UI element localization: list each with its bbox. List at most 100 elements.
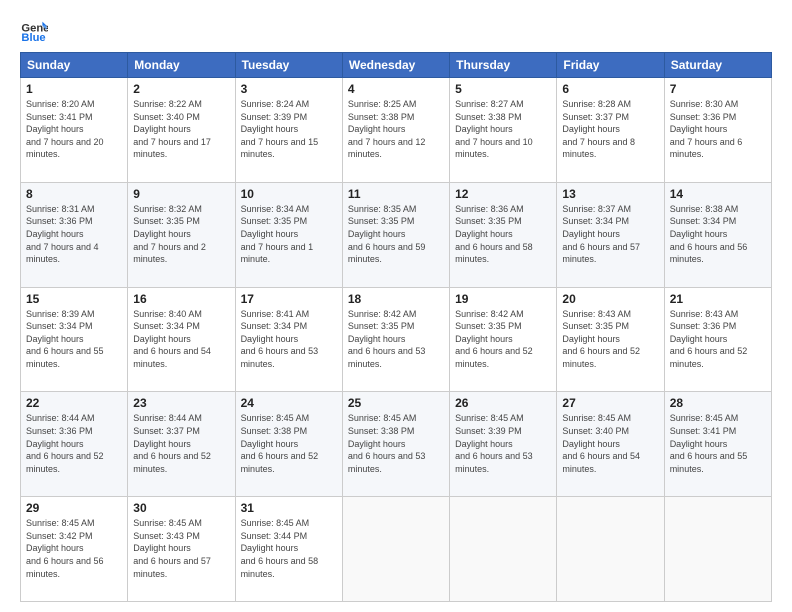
day-number: 1: [26, 82, 122, 96]
day-number: 12: [455, 187, 551, 201]
day-detail: Sunrise: 8:43 AMSunset: 3:35 PMDaylight …: [562, 309, 640, 369]
day-detail: Sunrise: 8:32 AMSunset: 3:35 PMDaylight …: [133, 204, 206, 264]
calendar-cell: 27 Sunrise: 8:45 AMSunset: 3:40 PMDaylig…: [557, 392, 664, 497]
day-number: 10: [241, 187, 337, 201]
calendar-week-3: 15 Sunrise: 8:39 AMSunset: 3:34 PMDaylig…: [21, 287, 772, 392]
day-number: 17: [241, 292, 337, 306]
logo-icon: General Blue: [20, 16, 48, 44]
day-number: 19: [455, 292, 551, 306]
day-detail: Sunrise: 8:20 AMSunset: 3:41 PMDaylight …: [26, 99, 104, 159]
day-detail: Sunrise: 8:45 AMSunset: 3:38 PMDaylight …: [241, 413, 319, 473]
calendar-cell: 19 Sunrise: 8:42 AMSunset: 3:35 PMDaylig…: [450, 287, 557, 392]
day-number: 28: [670, 396, 766, 410]
day-detail: Sunrise: 8:45 AMSunset: 3:42 PMDaylight …: [26, 518, 104, 578]
day-number: 20: [562, 292, 658, 306]
day-number: 18: [348, 292, 444, 306]
calendar-cell: [557, 497, 664, 602]
day-number: 11: [348, 187, 444, 201]
calendar-cell: 12 Sunrise: 8:36 AMSunset: 3:35 PMDaylig…: [450, 182, 557, 287]
calendar-cell: 7 Sunrise: 8:30 AMSunset: 3:36 PMDayligh…: [664, 78, 771, 183]
day-detail: Sunrise: 8:22 AMSunset: 3:40 PMDaylight …: [133, 99, 211, 159]
calendar-header-friday: Friday: [557, 53, 664, 78]
day-detail: Sunrise: 8:45 AMSunset: 3:38 PMDaylight …: [348, 413, 426, 473]
day-number: 13: [562, 187, 658, 201]
calendar-cell: 4 Sunrise: 8:25 AMSunset: 3:38 PMDayligh…: [342, 78, 449, 183]
calendar-body: 1 Sunrise: 8:20 AMSunset: 3:41 PMDayligh…: [21, 78, 772, 602]
calendar-cell: 14 Sunrise: 8:38 AMSunset: 3:34 PMDaylig…: [664, 182, 771, 287]
calendar-cell: 25 Sunrise: 8:45 AMSunset: 3:38 PMDaylig…: [342, 392, 449, 497]
day-number: 6: [562, 82, 658, 96]
day-detail: Sunrise: 8:34 AMSunset: 3:35 PMDaylight …: [241, 204, 314, 264]
day-detail: Sunrise: 8:42 AMSunset: 3:35 PMDaylight …: [348, 309, 426, 369]
day-detail: Sunrise: 8:45 AMSunset: 3:40 PMDaylight …: [562, 413, 640, 473]
day-detail: Sunrise: 8:44 AMSunset: 3:37 PMDaylight …: [133, 413, 211, 473]
day-detail: Sunrise: 8:30 AMSunset: 3:36 PMDaylight …: [670, 99, 743, 159]
calendar-cell: [664, 497, 771, 602]
calendar-header-saturday: Saturday: [664, 53, 771, 78]
day-detail: Sunrise: 8:37 AMSunset: 3:34 PMDaylight …: [562, 204, 640, 264]
calendar-cell: 29 Sunrise: 8:45 AMSunset: 3:42 PMDaylig…: [21, 497, 128, 602]
calendar-cell: 15 Sunrise: 8:39 AMSunset: 3:34 PMDaylig…: [21, 287, 128, 392]
calendar-cell: 9 Sunrise: 8:32 AMSunset: 3:35 PMDayligh…: [128, 182, 235, 287]
day-detail: Sunrise: 8:39 AMSunset: 3:34 PMDaylight …: [26, 309, 104, 369]
day-detail: Sunrise: 8:36 AMSunset: 3:35 PMDaylight …: [455, 204, 533, 264]
calendar-cell: 24 Sunrise: 8:45 AMSunset: 3:38 PMDaylig…: [235, 392, 342, 497]
day-number: 24: [241, 396, 337, 410]
calendar-week-2: 8 Sunrise: 8:31 AMSunset: 3:36 PMDayligh…: [21, 182, 772, 287]
svg-text:Blue: Blue: [21, 32, 45, 44]
day-detail: Sunrise: 8:45 AMSunset: 3:41 PMDaylight …: [670, 413, 748, 473]
day-number: 9: [133, 187, 229, 201]
calendar-header-sunday: Sunday: [21, 53, 128, 78]
day-number: 27: [562, 396, 658, 410]
logo: General Blue: [20, 16, 52, 44]
day-number: 15: [26, 292, 122, 306]
day-number: 14: [670, 187, 766, 201]
calendar-cell: 3 Sunrise: 8:24 AMSunset: 3:39 PMDayligh…: [235, 78, 342, 183]
day-number: 30: [133, 501, 229, 515]
day-detail: Sunrise: 8:42 AMSunset: 3:35 PMDaylight …: [455, 309, 533, 369]
calendar-cell: 1 Sunrise: 8:20 AMSunset: 3:41 PMDayligh…: [21, 78, 128, 183]
header: General Blue: [20, 16, 772, 44]
calendar-cell: 8 Sunrise: 8:31 AMSunset: 3:36 PMDayligh…: [21, 182, 128, 287]
day-detail: Sunrise: 8:45 AMSunset: 3:43 PMDaylight …: [133, 518, 211, 578]
day-detail: Sunrise: 8:31 AMSunset: 3:36 PMDaylight …: [26, 204, 99, 264]
calendar-cell: 11 Sunrise: 8:35 AMSunset: 3:35 PMDaylig…: [342, 182, 449, 287]
day-detail: Sunrise: 8:45 AMSunset: 3:44 PMDaylight …: [241, 518, 319, 578]
calendar-cell: 18 Sunrise: 8:42 AMSunset: 3:35 PMDaylig…: [342, 287, 449, 392]
calendar-cell: 2 Sunrise: 8:22 AMSunset: 3:40 PMDayligh…: [128, 78, 235, 183]
day-number: 8: [26, 187, 122, 201]
day-number: 26: [455, 396, 551, 410]
calendar-cell: 17 Sunrise: 8:41 AMSunset: 3:34 PMDaylig…: [235, 287, 342, 392]
calendar-cell: 5 Sunrise: 8:27 AMSunset: 3:38 PMDayligh…: [450, 78, 557, 183]
calendar-cell: 16 Sunrise: 8:40 AMSunset: 3:34 PMDaylig…: [128, 287, 235, 392]
calendar-cell: 28 Sunrise: 8:45 AMSunset: 3:41 PMDaylig…: [664, 392, 771, 497]
calendar-header-wednesday: Wednesday: [342, 53, 449, 78]
calendar-cell: 6 Sunrise: 8:28 AMSunset: 3:37 PMDayligh…: [557, 78, 664, 183]
calendar-cell: 20 Sunrise: 8:43 AMSunset: 3:35 PMDaylig…: [557, 287, 664, 392]
day-number: 7: [670, 82, 766, 96]
calendar-page: General Blue SundayMondayTuesdayWednesda…: [0, 0, 792, 612]
calendar-week-4: 22 Sunrise: 8:44 AMSunset: 3:36 PMDaylig…: [21, 392, 772, 497]
calendar-cell: 30 Sunrise: 8:45 AMSunset: 3:43 PMDaylig…: [128, 497, 235, 602]
calendar-header-row: SundayMondayTuesdayWednesdayThursdayFrid…: [21, 53, 772, 78]
day-number: 4: [348, 82, 444, 96]
day-detail: Sunrise: 8:41 AMSunset: 3:34 PMDaylight …: [241, 309, 319, 369]
day-number: 2: [133, 82, 229, 96]
day-detail: Sunrise: 8:45 AMSunset: 3:39 PMDaylight …: [455, 413, 533, 473]
calendar-header-tuesday: Tuesday: [235, 53, 342, 78]
day-detail: Sunrise: 8:40 AMSunset: 3:34 PMDaylight …: [133, 309, 211, 369]
calendar-cell: 23 Sunrise: 8:44 AMSunset: 3:37 PMDaylig…: [128, 392, 235, 497]
day-number: 25: [348, 396, 444, 410]
day-number: 22: [26, 396, 122, 410]
day-number: 16: [133, 292, 229, 306]
day-number: 31: [241, 501, 337, 515]
day-number: 3: [241, 82, 337, 96]
calendar-table: SundayMondayTuesdayWednesdayThursdayFrid…: [20, 52, 772, 602]
calendar-cell: [342, 497, 449, 602]
calendar-header-monday: Monday: [128, 53, 235, 78]
calendar-cell: 13 Sunrise: 8:37 AMSunset: 3:34 PMDaylig…: [557, 182, 664, 287]
calendar-header-thursday: Thursday: [450, 53, 557, 78]
day-detail: Sunrise: 8:27 AMSunset: 3:38 PMDaylight …: [455, 99, 533, 159]
calendar-week-1: 1 Sunrise: 8:20 AMSunset: 3:41 PMDayligh…: [21, 78, 772, 183]
day-detail: Sunrise: 8:35 AMSunset: 3:35 PMDaylight …: [348, 204, 426, 264]
